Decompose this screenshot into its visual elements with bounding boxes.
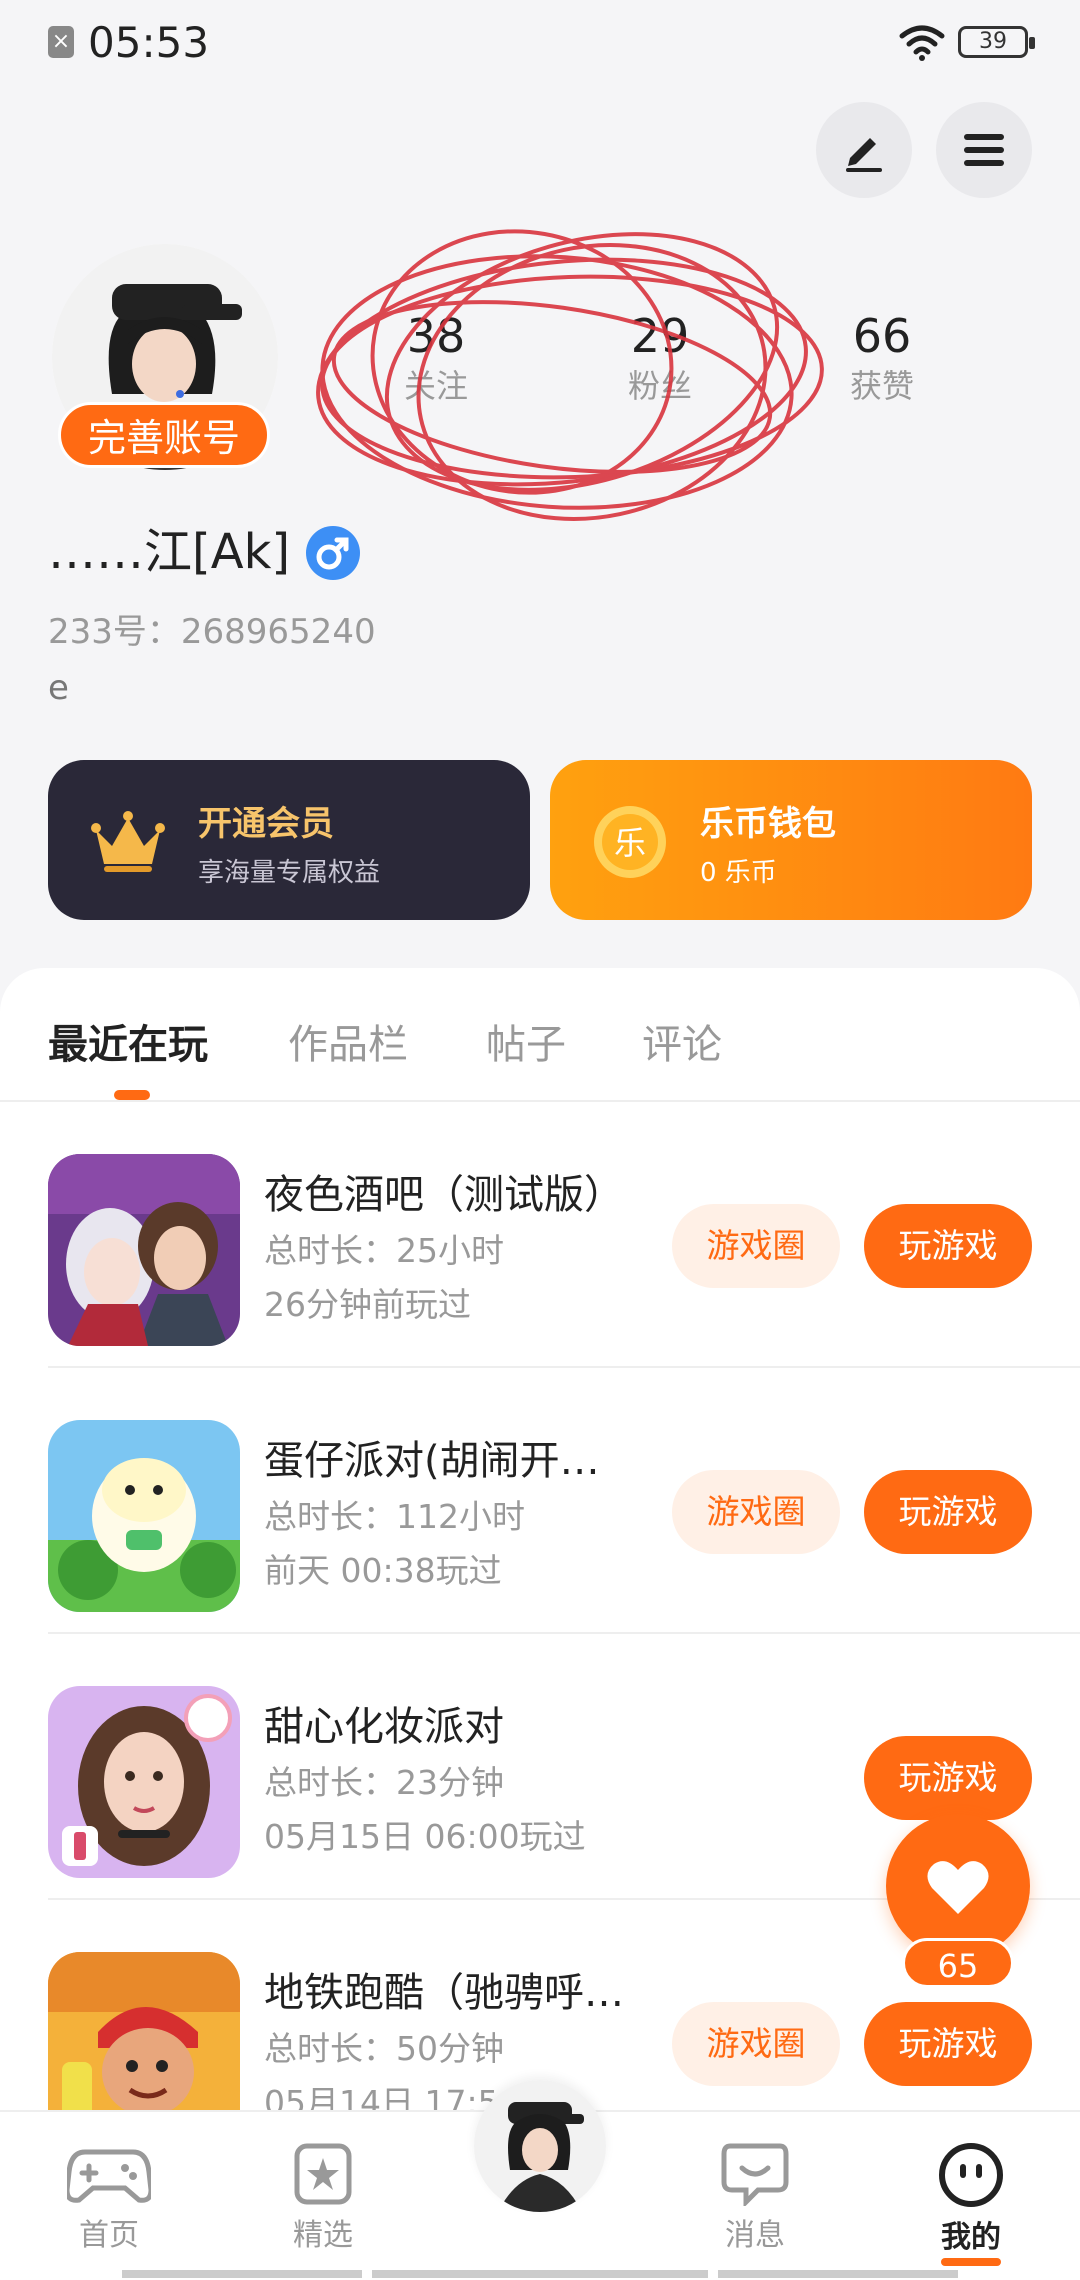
game-thumbnail: [48, 1686, 240, 1878]
likes-label: 获赞: [849, 367, 914, 405]
game-circle-button[interactable]: 游戏圈: [672, 1470, 840, 1554]
avatar-image: [474, 2080, 606, 2212]
nav-messages[interactable]: 消息: [690, 2142, 820, 2254]
nav-home[interactable]: 首页: [44, 2142, 174, 2254]
wallet-card[interactable]: 乐 乐币钱包 0 乐币: [550, 760, 1032, 920]
face-icon: [939, 2143, 1003, 2207]
gamepad-icon: [67, 2149, 151, 2203]
nav-active-indicator: [941, 2258, 1001, 2266]
edit-icon: [846, 138, 882, 172]
tab-recent-played[interactable]: 最近在玩: [48, 1012, 208, 1070]
menu-button[interactable]: [936, 102, 1032, 198]
like-count-badge: 65: [902, 1938, 1014, 1988]
game-duration: 总时长：112小时: [264, 1497, 525, 1536]
stat-following[interactable]: 38 关注: [356, 308, 516, 408]
game-name: 夜色酒吧（测试版）: [264, 1172, 624, 1218]
wallet-balance: 0 乐币: [700, 858, 777, 888]
game-circle-button[interactable]: 游戏圈: [672, 2002, 840, 2086]
vip-title: 开通会员: [198, 804, 334, 844]
no-sim-icon: ×: [48, 26, 74, 58]
tab-posts[interactable]: 帖子: [486, 1012, 566, 1070]
battery-indicator: 39: [958, 26, 1035, 58]
heart-icon: [927, 1861, 989, 1914]
play-game-button[interactable]: 玩游戏: [864, 1470, 1032, 1554]
nav-home-label: 首页: [79, 2218, 139, 2253]
user-bio: e: [48, 668, 69, 708]
nickname: ……江[Ak]: [48, 524, 291, 580]
nav-mine-label: 我的: [941, 2220, 1001, 2255]
game-thumbnail: [48, 1420, 240, 1612]
nav-featured[interactable]: 精选: [258, 2142, 388, 2254]
complete-account-button[interactable]: 完善账号: [58, 402, 270, 468]
game-thumbnail: [48, 1154, 240, 1346]
fans-count: 29: [630, 309, 690, 363]
game-duration: 总时长：25小时: [264, 1231, 504, 1270]
nav-avatar-center[interactable]: [474, 2080, 606, 2212]
game-last-played: 前天 00:38玩过: [264, 1551, 502, 1590]
tab-works[interactable]: 作品栏: [288, 1012, 408, 1070]
game-duration: 总时长：23分钟: [264, 1763, 504, 1802]
game-name: 地铁跑酷（驰骋呼…: [264, 1970, 624, 2016]
svg-text:乐: 乐: [614, 824, 646, 862]
fans-label: 粉丝: [627, 367, 692, 405]
active-tab-indicator: [114, 1090, 150, 1100]
status-bar: × 05:53 39: [0, 0, 1080, 90]
game-duration: 总时长：50分钟: [264, 2029, 504, 2068]
play-game-button[interactable]: 玩游戏: [864, 1736, 1032, 1820]
wifi-icon: [899, 25, 945, 61]
chat-icon: [721, 2143, 789, 2206]
tab-bar: 最近在玩 作品栏 帖子 评论: [0, 968, 1080, 1102]
tab-comments[interactable]: 评论: [642, 1012, 722, 1070]
crown-icon: [91, 811, 165, 872]
system-nav-bar: [372, 2270, 708, 2278]
game-last-played: 05月15日 06:00玩过: [264, 1817, 586, 1856]
wallet-title: 乐币钱包: [700, 804, 836, 844]
game-last-played: 26分钟前玩过: [264, 1285, 471, 1324]
stat-fans[interactable]: 29 粉丝: [580, 308, 740, 408]
play-game-button[interactable]: 玩游戏: [864, 1204, 1032, 1288]
game-circle-button[interactable]: 游戏圈: [672, 1204, 840, 1288]
star-bookmark-icon: [294, 2143, 352, 2205]
menu-icon: [964, 134, 1004, 166]
following-count: 38: [406, 309, 466, 363]
likes-count: 66: [852, 309, 912, 363]
stat-likes[interactable]: 66 获赞: [802, 308, 962, 408]
nav-mine[interactable]: 我的: [906, 2142, 1036, 2266]
game-row[interactable]: 蛋仔派对(胡闹开… 总时长：112小时 前天 00:38玩过 游戏圈 玩游戏: [48, 1368, 1080, 1634]
game-row[interactable]: 夜色酒吧（测试版） 总时长：25小时 26分钟前玩过 游戏圈 玩游戏: [48, 1102, 1080, 1368]
like-floating-button[interactable]: [886, 1814, 1030, 1958]
vip-subtitle: 享海量专属权益: [198, 858, 381, 888]
vip-card[interactable]: 开通会员 享海量专属权益: [48, 760, 530, 920]
game-name: 甜心化妆派对: [264, 1704, 504, 1750]
user-id: 233号：268965240: [48, 612, 376, 652]
play-game-button[interactable]: 玩游戏: [864, 2002, 1032, 2086]
system-nav-bar: [718, 2270, 958, 2278]
coin-icon: 乐: [594, 806, 666, 878]
nav-featured-label: 精选: [293, 2218, 353, 2253]
edit-button[interactable]: [816, 102, 912, 198]
nav-messages-label: 消息: [725, 2218, 785, 2253]
male-gender-icon: [306, 526, 360, 580]
game-name: 蛋仔派对(胡闹开…: [264, 1438, 600, 1484]
status-time: 05:53: [88, 18, 210, 67]
following-label: 关注: [403, 367, 468, 405]
system-nav-bar: [122, 2270, 362, 2278]
